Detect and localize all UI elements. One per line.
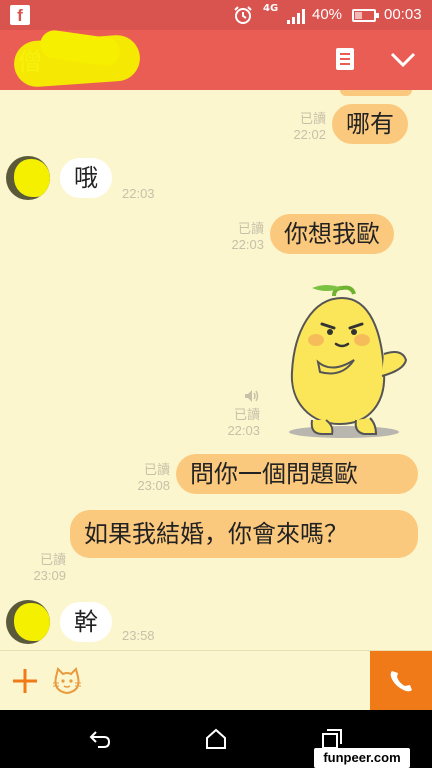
read-receipt: 已讀	[237, 221, 264, 236]
message-meta: 已讀 23:09	[16, 552, 66, 584]
message-time: 22:03	[231, 237, 264, 252]
read-receipt: 已讀	[39, 552, 66, 567]
message-time: 23:08	[137, 478, 170, 493]
chat-area[interactable]: 已讀 22:02 哪有 哦 22:03 已讀 22:03 你想我歐 已讀 22:…	[0, 90, 432, 650]
status-time: 00:03	[384, 6, 422, 23]
outgoing-message[interactable]: 哪有	[332, 104, 408, 144]
note-icon[interactable]	[334, 47, 356, 71]
incoming-message[interactable]: 幹	[60, 602, 112, 642]
back-icon[interactable]	[88, 728, 112, 750]
message-meta: 已讀 22:03	[214, 221, 264, 253]
message-meta: 已讀 23:08	[120, 462, 170, 494]
call-button[interactable]	[370, 651, 432, 711]
battery-level	[355, 12, 362, 19]
message-meta: 已讀 22:03	[208, 389, 260, 439]
cat-face-icon[interactable]	[52, 667, 82, 695]
read-receipt: 已讀	[299, 111, 326, 126]
battery-icon	[352, 9, 379, 22]
read-receipt: 已讀	[143, 462, 170, 477]
outgoing-message[interactable]: 問你一個問題歐	[176, 454, 418, 494]
outgoing-message[interactable]: 如果我結婚，你會來嗎？	[70, 510, 418, 558]
status-bar: f 4G 40% 00:03	[0, 0, 432, 30]
network-type: 4G	[263, 3, 279, 14]
watermark: funpeer.com	[314, 748, 410, 768]
previous-message-edge	[340, 90, 412, 96]
avatar[interactable]	[6, 156, 50, 200]
chevron-down-icon[interactable]	[388, 48, 418, 70]
message-time: 23:09	[33, 568, 66, 583]
pear-sticker[interactable]	[282, 282, 412, 442]
avatar[interactable]	[6, 600, 50, 644]
outgoing-message[interactable]: 你想我歐	[270, 214, 394, 254]
message-time: 22:03	[122, 186, 155, 201]
speaker-icon[interactable]	[244, 389, 260, 403]
read-receipt: 已讀	[233, 407, 260, 422]
home-icon[interactable]	[204, 727, 228, 751]
phone-icon	[390, 671, 412, 692]
message-time: 23:58	[122, 628, 155, 643]
battery-percent: 40%	[312, 6, 343, 23]
navigation-bar: funpeer.com	[0, 710, 432, 768]
plus-icon[interactable]	[11, 667, 39, 695]
signal-icon	[287, 9, 305, 24]
message-time: 22:03	[227, 423, 260, 438]
chat-header: 僧	[0, 28, 432, 90]
facebook-icon: f	[10, 5, 30, 25]
alarm-icon	[234, 6, 252, 24]
message-time: 22:02	[293, 127, 326, 142]
message-meta: 已讀 22:02	[276, 111, 326, 143]
input-bar	[0, 650, 432, 711]
incoming-message[interactable]: 哦	[60, 158, 112, 198]
